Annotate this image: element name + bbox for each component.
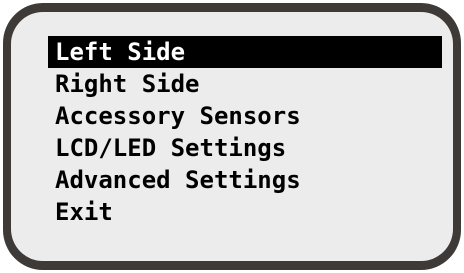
menu-item-advanced-settings[interactable]: Advanced Settings [48, 164, 442, 196]
menu-item-right-side[interactable]: Right Side [48, 68, 442, 100]
device-bezel: Left Side Right Side Accessory Sensors L… [3, 3, 461, 270]
menu-item-lcd-led-settings[interactable]: LCD/LED Settings [48, 132, 442, 164]
lcd-screen: Left Side Right Side Accessory Sensors L… [11, 12, 453, 261]
main-menu: Left Side Right Side Accessory Sensors L… [48, 36, 442, 228]
menu-item-exit[interactable]: Exit [48, 196, 442, 228]
menu-item-left-side[interactable]: Left Side [48, 36, 442, 68]
menu-item-accessory-sensors[interactable]: Accessory Sensors [48, 100, 442, 132]
